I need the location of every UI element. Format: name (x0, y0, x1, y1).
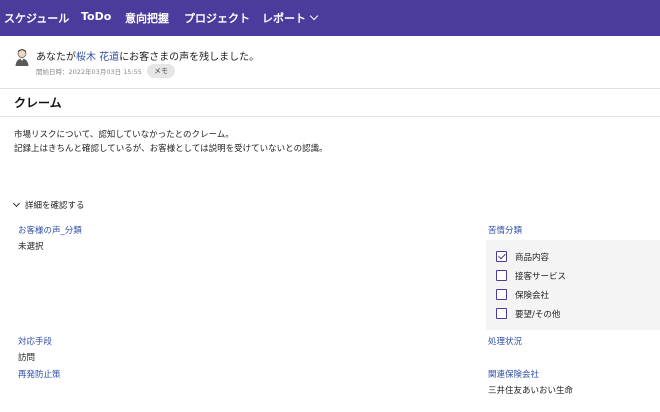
prevention-label: 再発防止策 (18, 370, 61, 380)
body-line-1: 市場リスクについて、認知していなかったとのクレーム。 (14, 130, 234, 140)
activity-prefix: あなたが (36, 52, 76, 63)
top-nav: スケジュール ToDo 意向把握 プロジェクト レポート (0, 0, 660, 36)
checkbox-label: 要望/その他 (515, 310, 561, 320)
response-method-label: 対応手段 (18, 337, 53, 347)
details-toggle[interactable]: 詳細を確認する (12, 199, 85, 211)
chevron-down-icon (12, 199, 21, 208)
complaint-category-options: 商品内容 接客サービス 保険会社 要望/その他 (486, 240, 660, 330)
avatar (15, 49, 29, 66)
voice-body: 市場リスクについて、認知していなかったとのクレーム。 記録上はきちんと確認してい… (14, 128, 328, 156)
title-bar: クレーム (0, 89, 660, 117)
checkbox-label: 商品内容 (515, 253, 550, 263)
activity-entry: あなたが桜木 花道にお客さまの声を残しました。 開始日時：2022年03月03日… (0, 36, 660, 89)
body-line-2: 記録上はきちんと確認しているが、お客様としては説明を受けていないとの認識。 (14, 144, 328, 154)
activity-user-link[interactable]: 桜木 花道 (76, 52, 119, 63)
activity-suffix: にお客さまの声を残しました。 (119, 52, 260, 63)
checkbox-service[interactable] (496, 270, 507, 281)
page-title: クレーム (14, 96, 62, 110)
checkbox-insurer[interactable] (496, 289, 507, 300)
nav-item-todo[interactable]: ToDo (81, 10, 111, 23)
complaint-category-label: 苦情分類 (488, 226, 523, 236)
chevron-down-icon (309, 11, 319, 21)
voice-category-label: お客様の声_分類 (18, 226, 82, 236)
details-toggle-label: 詳細を確認する (25, 201, 85, 211)
memo-badge: メモ (147, 64, 175, 78)
activity-message: あなたが桜木 花道にお客さまの声を残しました。 (36, 48, 259, 63)
nav-item-schedule[interactable]: スケジュール (4, 10, 69, 26)
nav-item-project[interactable]: プロジェクト (184, 10, 250, 26)
nav-item-report-label: レポート (262, 12, 306, 25)
nav-item-report[interactable]: レポート (262, 10, 319, 26)
processing-status-label: 処理状況 (488, 337, 523, 347)
checkbox-product[interactable] (496, 251, 507, 262)
insurer-label: 関連保険会社 (488, 370, 540, 380)
insurer-value: 三井住友あいおい生命 (488, 386, 574, 396)
nav-item-intent[interactable]: 意向把握 (125, 10, 169, 26)
activity-timestamp: 開始日時：2022年03月03日 15:55 (36, 68, 142, 76)
checkbox-label: 保険会社 (515, 291, 550, 301)
checkbox-other[interactable] (496, 308, 507, 319)
response-method-value: 訪問 (18, 353, 36, 363)
checkbox-label: 接客サービス (515, 272, 567, 282)
voice-category-value: 未選択 (18, 242, 44, 252)
